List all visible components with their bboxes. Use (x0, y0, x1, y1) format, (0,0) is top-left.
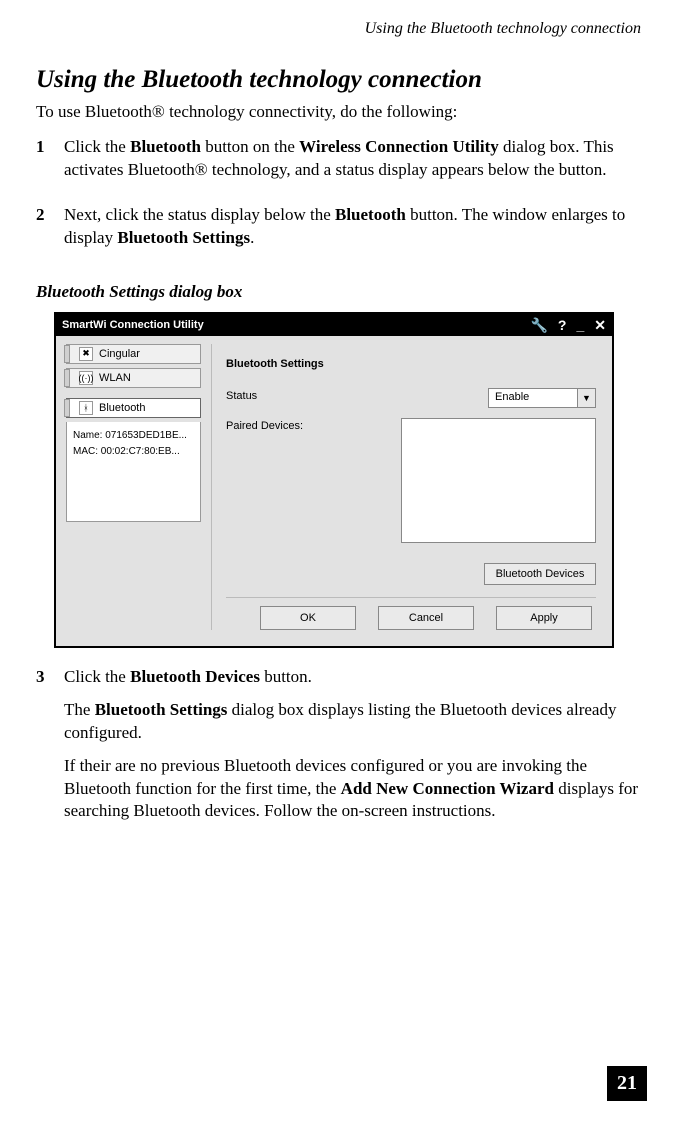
device-name-text: Name: 071653DED1BE... (73, 428, 194, 444)
text: button on the (201, 137, 299, 156)
status-value: Enable (489, 389, 577, 407)
signal-indicator (64, 345, 70, 363)
bold-bt-settings: Bluetooth Settings (117, 228, 250, 247)
step-number: 3 (36, 666, 64, 834)
paired-devices-label: Paired Devices: (226, 418, 321, 432)
panel-title: Bluetooth Settings (226, 358, 596, 370)
step-2: 2 Next, click the status display below t… (36, 204, 641, 260)
cancel-button[interactable]: Cancel (378, 606, 474, 630)
apply-button[interactable]: Apply (496, 606, 592, 630)
bluetooth-status-panel[interactable]: Name: 071653DED1BE... MAC: 00:02:C7:80:E… (66, 422, 201, 522)
bluetooth-icon: ᚼ (79, 401, 93, 415)
sidebar-item-cingular[interactable]: ✖ Cingular (66, 344, 201, 364)
bold-wcu: Wireless Connection Utility (299, 137, 499, 156)
settings-pane: Bluetooth Settings Status Enable ▼ Paire… (211, 344, 602, 630)
dialog-screenshot: SmartWi Connection Utility 🔧 ? _ ✕ ✖ Cin… (54, 312, 614, 648)
sidebar-item-wlan[interactable]: ((·)) WLAN (66, 368, 201, 388)
step-number: 2 (36, 204, 64, 260)
text: Click the (64, 667, 130, 686)
running-header: Using the Bluetooth technology connectio… (36, 20, 641, 38)
ok-button[interactable]: OK (260, 606, 356, 630)
bold-bt-settings: Bluetooth Settings (95, 700, 228, 719)
close-icon[interactable]: ✕ (594, 318, 606, 332)
text: The (64, 700, 95, 719)
sidebar-label: Bluetooth (99, 402, 145, 414)
status-dropdown[interactable]: Enable ▼ (488, 388, 596, 408)
text: button. (260, 667, 312, 686)
section-title: Using the Bluetooth technology connectio… (36, 66, 641, 94)
sidebar-item-bluetooth[interactable]: ᚼ Bluetooth (66, 398, 201, 418)
dialog-title: SmartWi Connection Utility (62, 319, 204, 331)
dialog-titlebar: SmartWi Connection Utility 🔧 ? _ ✕ (56, 314, 612, 336)
status-label: Status (226, 388, 321, 402)
bold-bluetooth: Bluetooth (335, 205, 406, 224)
bluetooth-devices-button[interactable]: Bluetooth Devices (484, 563, 596, 585)
minimize-icon[interactable]: _ (576, 318, 584, 332)
wlan-icon: ((·)) (79, 371, 93, 385)
bold-add-wizard: Add New Connection Wizard (341, 779, 554, 798)
divider (226, 597, 596, 598)
sidebar: ✖ Cingular ((·)) WLAN ᚼ Bluetooth Name: … (66, 344, 201, 630)
bold-bluetooth: Bluetooth (130, 137, 201, 156)
cingular-icon: ✖ (79, 347, 93, 361)
sidebar-label: Cingular (99, 348, 140, 360)
paired-devices-list[interactable] (401, 418, 596, 543)
chevron-down-icon: ▼ (577, 389, 595, 407)
intro-text: To use Bluetooth® technology connectivit… (36, 102, 641, 122)
text: . (250, 228, 254, 247)
signal-indicator (64, 369, 70, 387)
text: Next, click the status display below the (64, 205, 335, 224)
sidebar-label: WLAN (99, 372, 131, 384)
page-number: 21 (607, 1066, 647, 1101)
step-number: 1 (36, 136, 64, 192)
help-icon[interactable]: ? (558, 318, 567, 332)
text: Click the (64, 137, 130, 156)
device-mac-text: MAC: 00:02:C7:80:EB... (73, 444, 194, 460)
bold-bt-devices: Bluetooth Devices (130, 667, 260, 686)
signal-indicator (64, 399, 70, 417)
step-1: 1 Click the Bluetooth button on the Wire… (36, 136, 641, 192)
figure-caption: Bluetooth Settings dialog box (36, 282, 641, 302)
wrench-icon[interactable]: 🔧 (530, 318, 547, 332)
step-3: 3 Click the Bluetooth Devices button. Th… (36, 666, 641, 834)
